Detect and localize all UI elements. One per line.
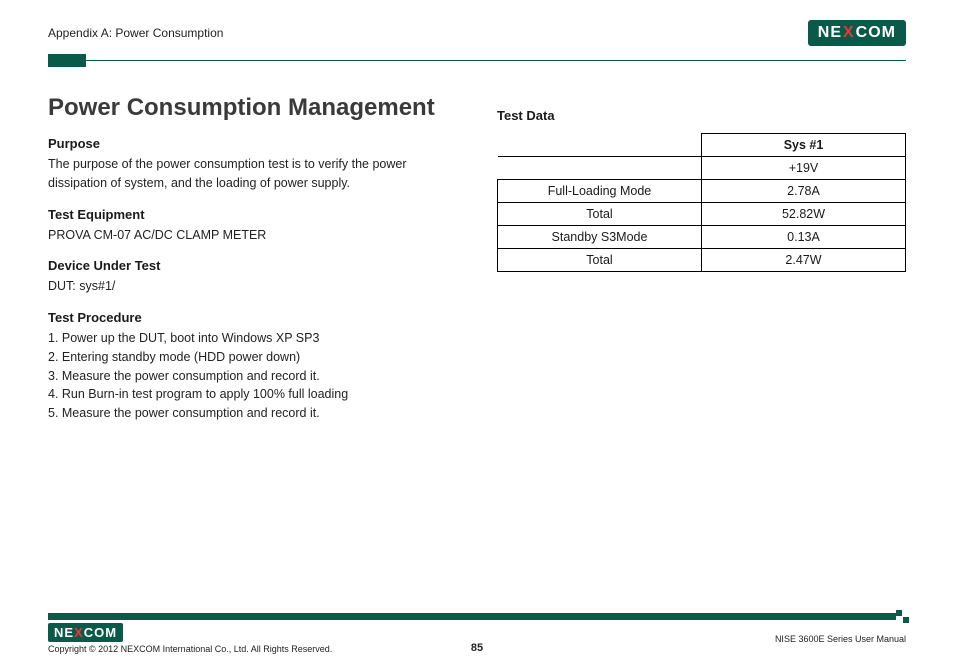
equipment-heading: Test Equipment [48, 207, 457, 222]
table-label [498, 157, 702, 180]
equipment-text: PROVA CM-07 AC/DC CLAMP METER [48, 226, 457, 245]
list-item: 4. Run Burn-in test program to apply 100… [48, 385, 457, 404]
brand-logo: NE X COM [808, 20, 906, 46]
table-value: 0.13A [702, 226, 906, 249]
purpose-text: The purpose of the power consumption tes… [48, 155, 457, 193]
procedure-list: 1. Power up the DUT, boot into Windows X… [48, 329, 457, 423]
purpose-heading: Purpose [48, 136, 457, 151]
logo-x: X [74, 625, 84, 640]
logo-x: X [842, 24, 856, 42]
page-footer: NE X COM Copyright © 2012 NEXCOM Interna… [48, 613, 906, 654]
testdata-heading: Test Data [497, 108, 906, 123]
list-item: 3. Measure the power consumption and rec… [48, 367, 457, 386]
dut-text: DUT: sys#1/ [48, 277, 457, 296]
table-value: +19V [702, 157, 906, 180]
table-value: 2.78A [702, 180, 906, 203]
table-value: 52.82W [702, 203, 906, 226]
table-cell-blank [498, 134, 702, 157]
table-value: 2.47W [702, 249, 906, 272]
table-row: Total 2.47W [498, 249, 906, 272]
header-rule [48, 54, 906, 68]
logo-left: NE [54, 625, 74, 640]
list-item: 1. Power up the DUT, boot into Windows X… [48, 329, 457, 348]
manual-name: NISE 3600E Series User Manual [775, 634, 906, 644]
logo-right: COM [856, 24, 896, 42]
table-label: Total [498, 203, 702, 226]
table-row: Standby S3Mode 0.13A [498, 226, 906, 249]
footer-logo: NE X COM [48, 623, 332, 642]
procedure-heading: Test Procedure [48, 310, 457, 325]
table-label: Total [498, 249, 702, 272]
footer-rule [48, 613, 906, 620]
list-item: 5. Measure the power consumption and rec… [48, 404, 457, 423]
table-label: Standby S3Mode [498, 226, 702, 249]
logo-left: NE [818, 24, 842, 42]
table-row: Full-Loading Mode 2.78A [498, 180, 906, 203]
breadcrumb: Appendix A: Power Consumption [48, 26, 223, 40]
table-label: Full-Loading Mode [498, 180, 702, 203]
table-header-sys1: Sys #1 [702, 134, 906, 157]
logo-right: COM [84, 625, 117, 640]
page-title: Power Consumption Management [48, 94, 457, 122]
page-number: 85 [471, 642, 483, 654]
table-row: +19V [498, 157, 906, 180]
copyright-text: Copyright © 2012 NEXCOM International Co… [48, 644, 332, 654]
dut-heading: Device Under Test [48, 258, 457, 273]
test-data-table: Sys #1 +19V Full-Loading Mode 2.78A Tota… [497, 133, 906, 272]
table-row: Total 52.82W [498, 203, 906, 226]
table-row: Sys #1 [498, 134, 906, 157]
list-item: 2. Entering standby mode (HDD power down… [48, 348, 457, 367]
